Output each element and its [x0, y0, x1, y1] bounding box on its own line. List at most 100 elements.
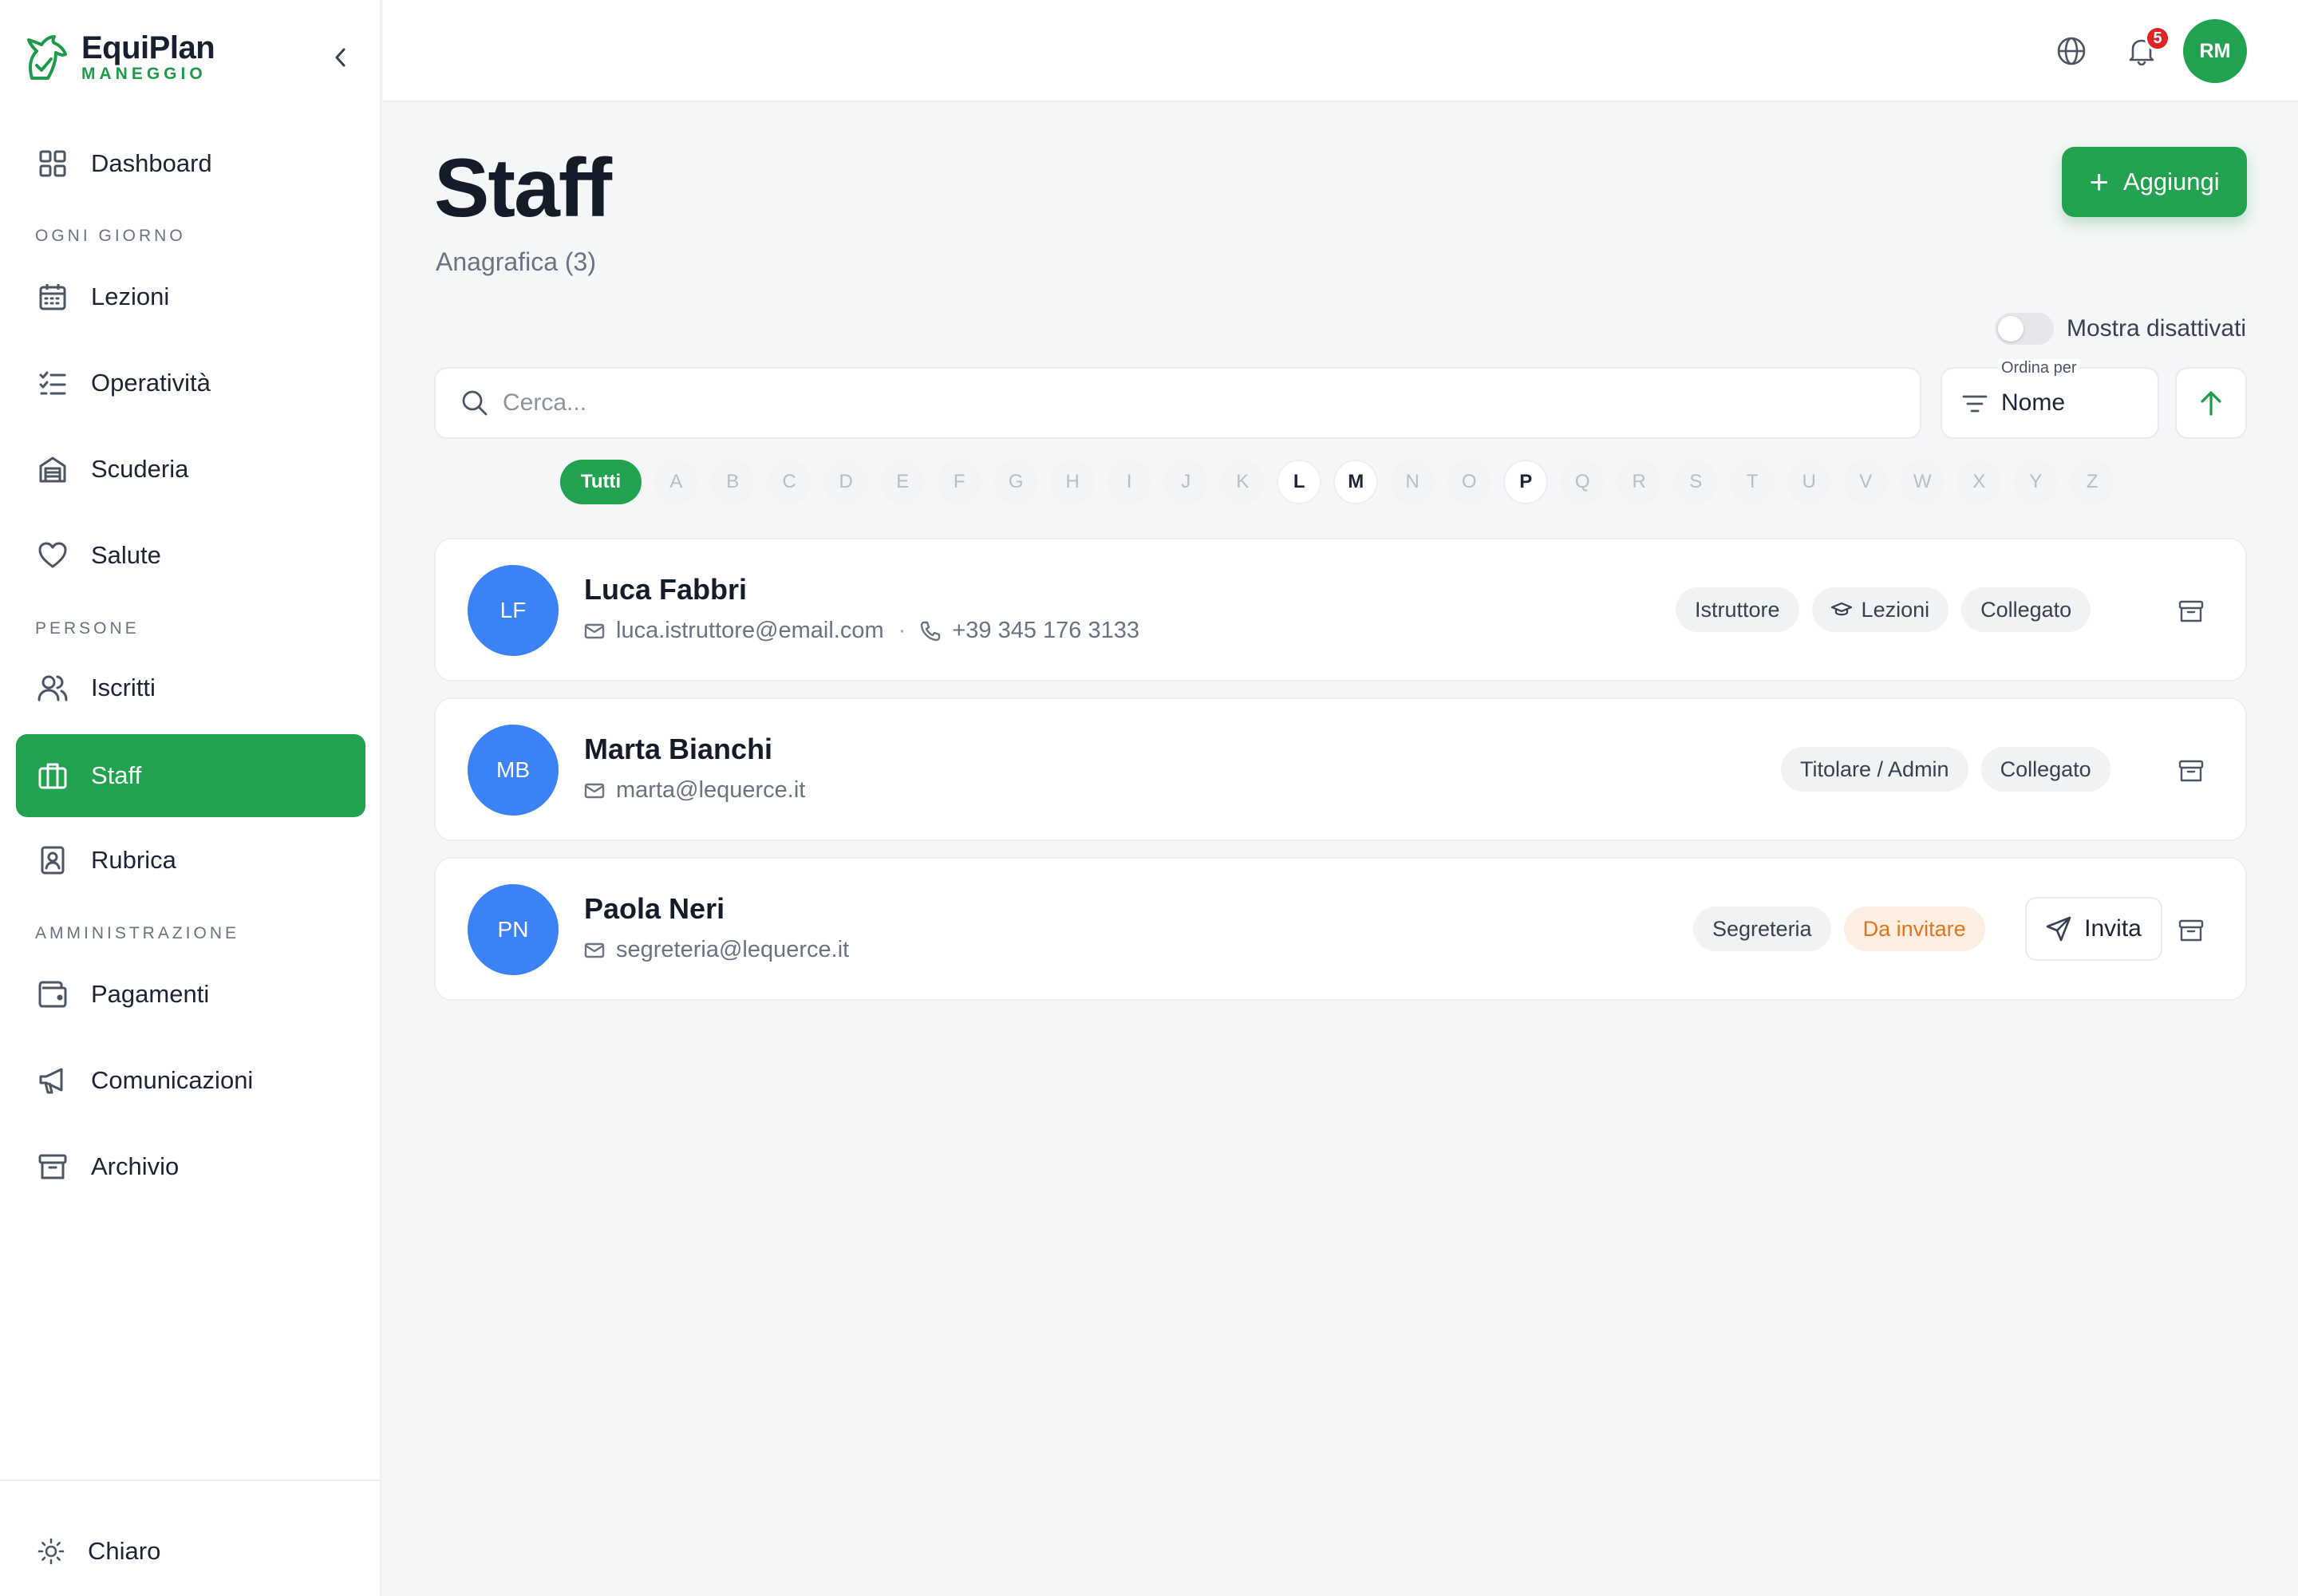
staff-phone[interactable]: +39 345 176 3133: [952, 618, 1139, 644]
brand-subtitle: MANEGGIO: [81, 65, 207, 83]
staff-card-luca-fabbri[interactable]: LF Luca Fabbri luca.istruttore@email.com…: [434, 538, 2247, 681]
sidebar-item-scuderia[interactable]: Scuderia: [16, 428, 365, 511]
sidebar-item-archivio[interactable]: Archivio: [16, 1125, 365, 1208]
sort-direction-button[interactable]: [2175, 367, 2247, 439]
alphabet-letter-s[interactable]: S: [1673, 460, 1719, 504]
show-disabled-switch[interactable]: [1995, 313, 2054, 345]
theme-toggle[interactable]: Chiaro: [37, 1537, 160, 1566]
alphabet-letter-g[interactable]: G: [993, 460, 1039, 504]
status-tag: Collegato: [1980, 747, 2110, 792]
search-input[interactable]: [503, 389, 1859, 417]
alphabet-letter-w[interactable]: W: [1900, 460, 1945, 504]
alphabet-letter-l[interactable]: L: [1277, 460, 1322, 504]
alphabet-letter-c[interactable]: C: [767, 460, 812, 504]
user-avatar[interactable]: RM: [2183, 19, 2247, 83]
role-tag: Istruttore: [1676, 587, 1799, 632]
alphabet-letter-z[interactable]: Z: [2070, 460, 2115, 504]
staff-contacts: luca.istruttore@email.com · +39 345 176 …: [584, 618, 1139, 644]
alphabet-letter-f[interactable]: F: [937, 460, 982, 504]
sidebar-item-lezioni[interactable]: Lezioni: [16, 255, 365, 338]
sidebar-item-label: Archivio: [91, 1152, 180, 1180]
alphabet-letter-y[interactable]: Y: [2013, 460, 2059, 504]
alphabet-letter-i[interactable]: I: [1107, 460, 1152, 504]
sidebar-item-pagamenti[interactable]: Pagamenti: [16, 953, 365, 1036]
sort-value: Nome: [2001, 389, 2066, 416]
alphabet-letter-x[interactable]: X: [1956, 460, 2002, 504]
chevron-left-icon: [333, 46, 349, 69]
graduation-cap-icon: [1830, 602, 1852, 618]
notifications-button[interactable]: 5: [2122, 26, 2170, 70]
pending-invite-tag: Da invitare: [1843, 907, 1985, 951]
horse-logo-icon: [21, 30, 69, 83]
staff-tags: Istruttore Lezioni Collegato: [1663, 587, 2091, 632]
search-icon: [461, 389, 488, 417]
archive-button[interactable]: [2174, 753, 2209, 788]
alphabet-letter-t[interactable]: T: [1730, 460, 1775, 504]
sidebar-item-comunicazioni[interactable]: Comunicazioni: [16, 1039, 365, 1122]
staff-email[interactable]: luca.istruttore@email.com: [616, 618, 884, 644]
staff-email[interactable]: segreteria@lequerce.it: [616, 937, 849, 963]
sidebar-item-label: Staff: [91, 761, 142, 789]
wallet-icon: [37, 978, 69, 1010]
sidebar-item-dashboard[interactable]: Dashboard: [16, 122, 365, 205]
sidebar-footer: Chiaro: [0, 1479, 381, 1596]
staff-card-paola-neri[interactable]: PN Paola Neri segreteria@lequerce.it Seg…: [434, 857, 2247, 1001]
archive-button[interactable]: [2174, 913, 2209, 948]
alphabet-letter-b[interactable]: B: [710, 460, 756, 504]
alphabet-letter-r[interactable]: R: [1617, 460, 1662, 504]
sidebar-item-salute[interactable]: Salute: [16, 514, 365, 597]
role-tag: Segreteria: [1693, 907, 1831, 951]
brand[interactable]: EquiPlan MANEGGIO: [21, 30, 215, 83]
alphabet-letter-h[interactable]: H: [1050, 460, 1096, 504]
show-disabled-label: Mostra disattivati: [2067, 315, 2247, 342]
sidebar-item-iscritti[interactable]: Iscritti: [16, 646, 365, 729]
users-icon: [37, 672, 69, 704]
brand-text: EquiPlan MANEGGIO: [81, 30, 215, 83]
alphabet-letter-j[interactable]: J: [1163, 460, 1209, 504]
add-staff-button[interactable]: + Aggiungi: [2062, 147, 2247, 217]
staff-avatar: LF: [468, 565, 559, 656]
invite-button[interactable]: Invita: [2025, 897, 2162, 961]
plus-icon: +: [2089, 163, 2109, 200]
alphabet-letter-e[interactable]: E: [880, 460, 926, 504]
add-button-label: Aggiungi: [2122, 168, 2220, 196]
lessons-tag: Lezioni: [1811, 587, 1949, 632]
sun-icon: [37, 1537, 65, 1566]
alphabet-all-pill[interactable]: Tutti: [560, 460, 642, 504]
grid-icon: [37, 148, 69, 180]
briefcase-icon: [37, 760, 69, 792]
archive-button[interactable]: [2174, 594, 2209, 629]
sidebar: EquiPlan MANEGGIO Dashboard OGNI GIORNO …: [0, 0, 381, 1596]
page-subtitle: Anagrafica (3): [436, 247, 596, 276]
alphabet-letter-m[interactable]: M: [1333, 460, 1379, 504]
alphabet-letter-o[interactable]: O: [1447, 460, 1492, 504]
alphabet-letter-p[interactable]: P: [1503, 460, 1549, 504]
sidebar-item-operativita[interactable]: Operatività: [16, 342, 365, 425]
staff-email[interactable]: marta@lequerce.it: [616, 777, 805, 804]
sort-select[interactable]: Ordina per Nome: [1941, 359, 2159, 439]
topbar: 5 RM: [383, 0, 2298, 102]
sidebar-item-rubrica[interactable]: Rubrica: [16, 819, 365, 902]
staff-avatar: MB: [468, 725, 559, 816]
alphabet-letter-q[interactable]: Q: [1560, 460, 1605, 504]
alphabet-letter-n[interactable]: N: [1390, 460, 1435, 504]
sidebar-item-staff[interactable]: Staff: [16, 734, 365, 817]
staff-name: Paola Neri: [584, 892, 725, 925]
section-label-daily: OGNI GIORNO: [35, 227, 186, 245]
staff-tags: Titolare / Admin Collegato: [1768, 747, 2110, 792]
language-button[interactable]: [2052, 32, 2091, 70]
sidebar-item-label: Rubrica: [91, 846, 176, 874]
staff-card-marta-bianchi[interactable]: MB Marta Bianchi marta@lequerce.it Titol…: [434, 697, 2247, 841]
page-title: Staff: [434, 142, 612, 235]
collapse-sidebar-button[interactable]: [327, 41, 354, 73]
alphabet-letter-v[interactable]: V: [1843, 460, 1889, 504]
sidebar-item-label: Lezioni: [91, 282, 170, 310]
alphabet-letter-u[interactable]: U: [1787, 460, 1832, 504]
sort-caption: Ordina per: [1998, 359, 2080, 377]
sidebar-item-label: Iscritti: [91, 674, 156, 701]
alphabet-letter-d[interactable]: D: [823, 460, 869, 504]
alphabet-letter-a[interactable]: A: [653, 460, 699, 504]
sidebar-item-label: Comunicazioni: [91, 1066, 254, 1094]
alphabet-letter-k[interactable]: K: [1220, 460, 1265, 504]
brand-name: EquiPlan: [81, 30, 215, 65]
